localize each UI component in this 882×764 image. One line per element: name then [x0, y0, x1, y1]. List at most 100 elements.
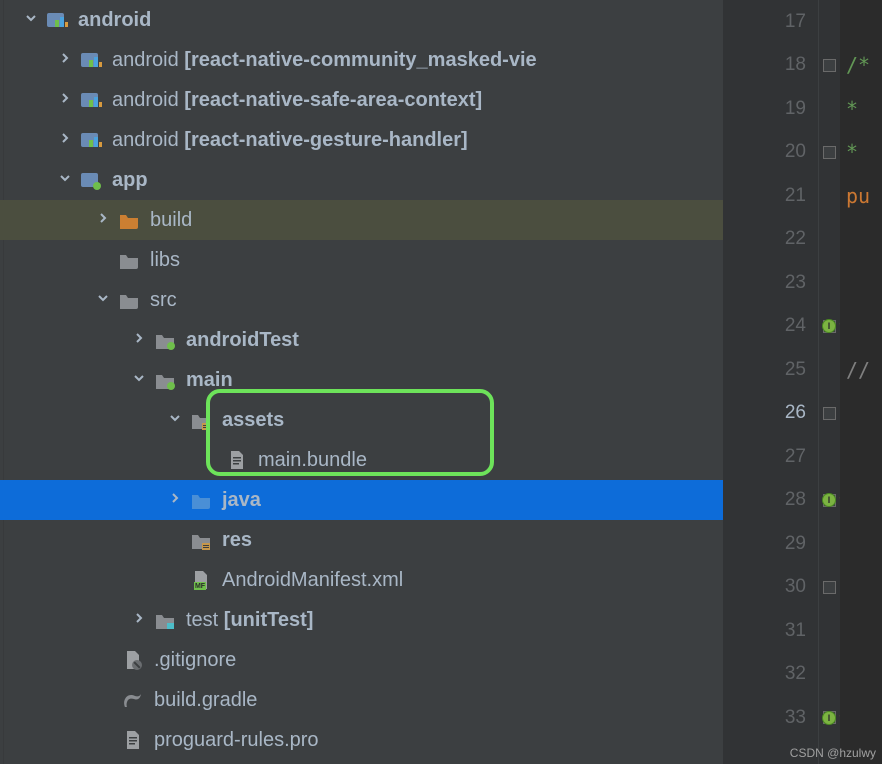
- tree-row[interactable]: build: [0, 200, 723, 240]
- editor-line[interactable]: pu: [840, 174, 882, 218]
- chevron-right-icon[interactable]: [168, 491, 186, 509]
- tree-row[interactable]: java: [0, 480, 723, 520]
- fold-cell[interactable]: [819, 0, 840, 44]
- gutter-line[interactable]: 21: [723, 174, 818, 218]
- fold-cell[interactable]: [819, 44, 840, 88]
- chevron-right-icon[interactable]: [132, 331, 150, 349]
- editor-line[interactable]: [840, 522, 882, 566]
- folder-icon: [118, 289, 140, 311]
- tree-label: build.gradle: [154, 689, 257, 712]
- editor-line[interactable]: [840, 392, 882, 436]
- fold-cell[interactable]: [819, 174, 840, 218]
- editor-line[interactable]: [840, 479, 882, 523]
- fold-cell[interactable]: [819, 261, 840, 305]
- editor-line[interactable]: [840, 653, 882, 697]
- editor-line[interactable]: [840, 696, 882, 740]
- tree-row[interactable]: MFAndroidManifest.xml: [0, 560, 723, 600]
- fold-cell[interactable]: [819, 131, 840, 175]
- fold-cell[interactable]: [819, 348, 840, 392]
- editor-pane[interactable]: /* * *pu//: [840, 0, 882, 764]
- fold-icon[interactable]: [823, 59, 836, 72]
- tree-label: test [unitTest]: [186, 609, 313, 632]
- chevron-right-icon[interactable]: [132, 611, 150, 629]
- gutter-line[interactable]: 23: [723, 261, 818, 305]
- folder-cyan-icon: [154, 609, 176, 631]
- chevron-right-icon[interactable]: [58, 51, 76, 69]
- fold-cell[interactable]: [819, 435, 840, 479]
- gutter-line[interactable]: 18: [723, 44, 818, 88]
- tree-row[interactable]: android [react-native-safe-area-context]: [0, 80, 723, 120]
- file-icon: [122, 729, 144, 751]
- fold-cell[interactable]: [819, 566, 840, 610]
- chevron-down-icon[interactable]: [132, 371, 150, 389]
- tree-row[interactable]: main: [0, 360, 723, 400]
- gutter-line[interactable]: 20: [723, 131, 818, 175]
- chevron-down-icon[interactable]: [24, 11, 42, 29]
- tree-row[interactable]: android [react-native-gesture-handler]: [0, 120, 723, 160]
- fold-cell[interactable]: [819, 392, 840, 436]
- chevron-right-icon[interactable]: [58, 91, 76, 109]
- editor-line[interactable]: [840, 261, 882, 305]
- tree-row[interactable]: main.bundle: [0, 440, 723, 480]
- tree-row[interactable]: app: [0, 160, 723, 200]
- fold-cell[interactable]: [819, 218, 840, 262]
- fold-cell[interactable]: [819, 522, 840, 566]
- fold-cell[interactable]: [819, 87, 840, 131]
- gutter-line[interactable]: 30: [723, 566, 818, 610]
- editor-line[interactable]: *: [840, 131, 882, 175]
- tree-label: libs: [150, 249, 180, 272]
- tree-row[interactable]: assets: [0, 400, 723, 440]
- gutter-line[interactable]: 25: [723, 348, 818, 392]
- watermark: CSDN @hzulwy: [790, 746, 876, 760]
- fold-cell[interactable]: [819, 609, 840, 653]
- editor-line[interactable]: [840, 566, 882, 610]
- editor-line[interactable]: *: [840, 87, 882, 131]
- tree-label: main: [186, 369, 233, 392]
- tree-row[interactable]: android [react-native-community_masked-v…: [0, 40, 723, 80]
- tree-row[interactable]: test [unitTest]: [0, 600, 723, 640]
- editor-line[interactable]: [840, 435, 882, 479]
- fold-icon[interactable]: [823, 146, 836, 159]
- editor-line[interactable]: /*: [840, 44, 882, 88]
- tree-row[interactable]: android: [0, 0, 723, 40]
- chevron-right-icon[interactable]: [58, 131, 76, 149]
- chevron-down-icon[interactable]: [58, 171, 76, 189]
- editor-line[interactable]: [840, 0, 882, 44]
- folder-blue-icon: [190, 489, 212, 511]
- project-tree[interactable]: android android [react-native-community_m…: [0, 0, 723, 764]
- tree-row[interactable]: libs: [0, 240, 723, 280]
- fold-cell[interactable]: [819, 653, 840, 697]
- fold-icon[interactable]: [823, 581, 836, 594]
- module-android-icon: [80, 89, 102, 111]
- gutter-line[interactable]: 29: [723, 522, 818, 566]
- file-icon: [226, 449, 248, 471]
- tree-row[interactable]: build.gradle: [0, 680, 723, 720]
- editor-line[interactable]: [840, 218, 882, 262]
- gutter-line[interactable]: 17: [723, 0, 818, 44]
- gutter-line[interactable]: 32: [723, 653, 818, 697]
- editor-line[interactable]: [840, 305, 882, 349]
- editor-line[interactable]: [840, 609, 882, 653]
- gutter-line[interactable]: 26: [723, 392, 818, 436]
- tree-row[interactable]: src: [0, 280, 723, 320]
- tree-label: app: [112, 169, 148, 192]
- tree-row[interactable]: res: [0, 520, 723, 560]
- chevron-down-icon[interactable]: [168, 411, 186, 429]
- chevron-right-icon[interactable]: [96, 211, 114, 229]
- tree-row[interactable]: proguard-rules.pro: [0, 720, 723, 760]
- tree-label: android: [78, 9, 151, 32]
- gutter-line[interactable]: 24I↑: [723, 305, 818, 349]
- editor-fold-column[interactable]: [818, 0, 840, 764]
- gutter-line[interactable]: 27: [723, 435, 818, 479]
- gutter-line[interactable]: 22: [723, 218, 818, 262]
- editor-gutter[interactable]: 1718192021222324I↑25262728I↑2930313233I↑: [723, 0, 818, 764]
- chevron-down-icon[interactable]: [96, 291, 114, 309]
- tree-row[interactable]: androidTest: [0, 320, 723, 360]
- editor-line[interactable]: //: [840, 348, 882, 392]
- gutter-line[interactable]: 28I↑: [723, 479, 818, 523]
- fold-icon[interactable]: [823, 407, 836, 420]
- tree-row[interactable]: .gitignore: [0, 640, 723, 680]
- gutter-line[interactable]: 19: [723, 87, 818, 131]
- gutter-line[interactable]: 33I↑: [723, 696, 818, 740]
- gutter-line[interactable]: 31: [723, 609, 818, 653]
